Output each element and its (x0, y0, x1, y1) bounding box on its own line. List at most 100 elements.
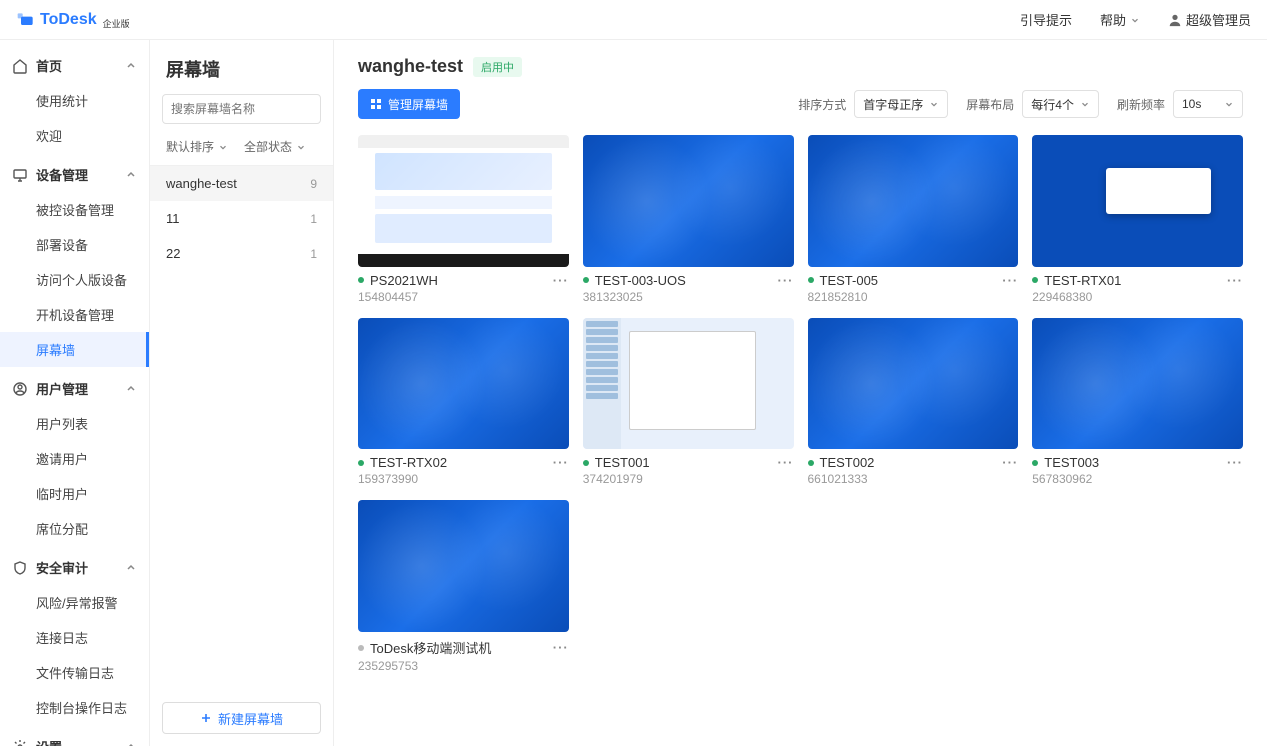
device-card[interactable]: TEST-005 ··· 821852810 (808, 135, 1019, 304)
device-card[interactable]: TEST002 ··· 661021333 (808, 318, 1019, 487)
brand-edition: 企业版 (103, 17, 130, 30)
device-more-button[interactable]: ··· (778, 455, 794, 470)
status-dot-icon (808, 460, 814, 466)
device-thumbnail[interactable] (358, 318, 569, 450)
device-more-button[interactable]: ··· (553, 640, 569, 655)
brand-logo[interactable]: ToDesk 企业版 (16, 9, 130, 30)
nav-group-gear[interactable]: 设置 (0, 729, 149, 746)
wall-list-item[interactable]: 11 1 (150, 201, 333, 236)
device-card[interactable]: TEST-003-UOS ··· 381323025 (583, 135, 794, 304)
nav-item[interactable]: 席位分配 (0, 511, 149, 546)
nav-item[interactable]: 临时用户 (0, 476, 149, 511)
guide-link[interactable]: 引导提示 (1020, 10, 1072, 29)
wall-item-count: 1 (310, 247, 317, 261)
wall-item-name: 22 (166, 246, 180, 261)
search-wall[interactable] (162, 94, 321, 124)
device-more-button[interactable]: ··· (778, 273, 794, 288)
sort-filter-label: 默认排序 (166, 138, 214, 155)
sort-select[interactable]: 首字母正序 (854, 90, 948, 118)
status-dot-icon (583, 460, 589, 466)
device-thumbnail[interactable] (1032, 318, 1243, 450)
nav-item[interactable]: 邀请用户 (0, 441, 149, 476)
nav-item[interactable]: 部署设备 (0, 227, 149, 262)
device-id: 154804457 (358, 290, 569, 304)
sort-filter[interactable]: 默认排序 (166, 138, 228, 155)
device-thumbnail[interactable] (808, 318, 1019, 450)
device-id: 661021333 (808, 472, 1019, 486)
device-thumbnail[interactable] (808, 135, 1019, 267)
refresh-control-label: 刷新频率 (1117, 96, 1165, 113)
sort-control: 排序方式 首字母正序 (798, 90, 948, 118)
layout-control-label: 屏幕布局 (966, 96, 1014, 113)
plus-icon (200, 712, 212, 724)
device-thumbnail[interactable] (583, 135, 794, 267)
nav-group-label: 设置 (36, 737, 62, 746)
nav-item[interactable]: 屏幕墙 (0, 332, 149, 367)
status-dot-icon (583, 277, 589, 283)
nav-group-user-circle[interactable]: 用户管理 (0, 371, 149, 406)
device-thumbnail[interactable] (358, 500, 569, 632)
nav-group-monitor[interactable]: 设备管理 (0, 157, 149, 192)
user-menu[interactable]: 超级管理员 (1168, 10, 1251, 29)
nav-item[interactable]: 连接日志 (0, 620, 149, 655)
device-id: 381323025 (583, 290, 794, 304)
device-card[interactable]: PS2021WH ··· 154804457 (358, 135, 569, 304)
device-more-button[interactable]: ··· (553, 455, 569, 470)
device-name: ToDesk移动端测试机 (370, 638, 491, 657)
device-card[interactable]: TEST003 ··· 567830962 (1032, 318, 1243, 487)
nav-item[interactable]: 欢迎 (0, 118, 149, 153)
device-id: 374201979 (583, 472, 794, 486)
status-dot-icon (358, 460, 364, 466)
nav-item[interactable]: 风险/异常报警 (0, 585, 149, 620)
nav-group-label: 首页 (36, 56, 62, 75)
device-more-button[interactable]: ··· (1002, 455, 1018, 470)
device-more-button[interactable]: ··· (1227, 273, 1243, 288)
help-menu[interactable]: 帮助 (1100, 10, 1140, 29)
status-filter[interactable]: 全部状态 (244, 138, 306, 155)
device-meta: TEST-RTX01 ··· 229468380 (1032, 267, 1243, 304)
refresh-control: 刷新频率 10s (1117, 90, 1243, 118)
sort-value: 首字母正序 (863, 96, 923, 113)
refresh-select[interactable]: 10s (1173, 90, 1243, 118)
nav-item[interactable]: 访问个人版设备 (0, 262, 149, 297)
device-more-button[interactable]: ··· (1227, 455, 1243, 470)
chevron-up-icon (125, 383, 137, 395)
nav-item[interactable]: 文件传输日志 (0, 655, 149, 690)
device-more-button[interactable]: ··· (1002, 273, 1018, 288)
device-card[interactable]: ToDesk移动端测试机 ··· 235295753 (358, 500, 569, 673)
nav-group-home[interactable]: 首页 (0, 48, 149, 83)
device-name: PS2021WH (370, 273, 438, 288)
layout-select[interactable]: 每行4个 (1022, 90, 1099, 118)
nav-item[interactable]: 开机设备管理 (0, 297, 149, 332)
device-card[interactable]: TEST-RTX02 ··· 159373990 (358, 318, 569, 487)
screen-wall-list: 屏幕墙 默认排序 全部状态 (150, 40, 334, 746)
device-thumbnail[interactable] (583, 318, 794, 450)
brand-logo-icon (16, 10, 36, 30)
wall-item-count: 1 (310, 212, 317, 226)
device-thumbnail[interactable] (1032, 135, 1243, 267)
nav-item[interactable]: 控制台操作日志 (0, 690, 149, 725)
wall-list-item[interactable]: 22 1 (150, 236, 333, 271)
device-meta: ToDesk移动端测试机 ··· 235295753 (358, 632, 569, 673)
new-wall-button[interactable]: 新建屏幕墙 (162, 702, 321, 734)
device-thumbnail[interactable] (358, 135, 569, 267)
user-name: 超级管理员 (1186, 10, 1251, 29)
wall-list-item[interactable]: wanghe-test 9 (150, 166, 333, 201)
new-wall-label: 新建屏幕墙 (218, 709, 283, 728)
device-card[interactable]: TEST001 ··· 374201979 (583, 318, 794, 487)
manage-wall-button[interactable]: 管理屏幕墙 (358, 89, 460, 119)
nav-item[interactable]: 用户列表 (0, 406, 149, 441)
status-dot-icon (1032, 277, 1038, 283)
nav-item[interactable]: 被控设备管理 (0, 192, 149, 227)
help-label: 帮助 (1100, 10, 1126, 29)
status-dot-icon (358, 277, 364, 283)
device-card[interactable]: TEST-RTX01 ··· 229468380 (1032, 135, 1243, 304)
nav-group-shield[interactable]: 安全审计 (0, 550, 149, 585)
device-name: TEST-RTX01 (1044, 273, 1121, 288)
page-title: 屏幕墙 (150, 40, 333, 94)
search-input[interactable] (171, 102, 326, 116)
nav-item[interactable]: 使用统计 (0, 83, 149, 118)
chevron-up-icon (125, 562, 137, 574)
chevron-down-icon (296, 142, 306, 152)
device-more-button[interactable]: ··· (553, 273, 569, 288)
